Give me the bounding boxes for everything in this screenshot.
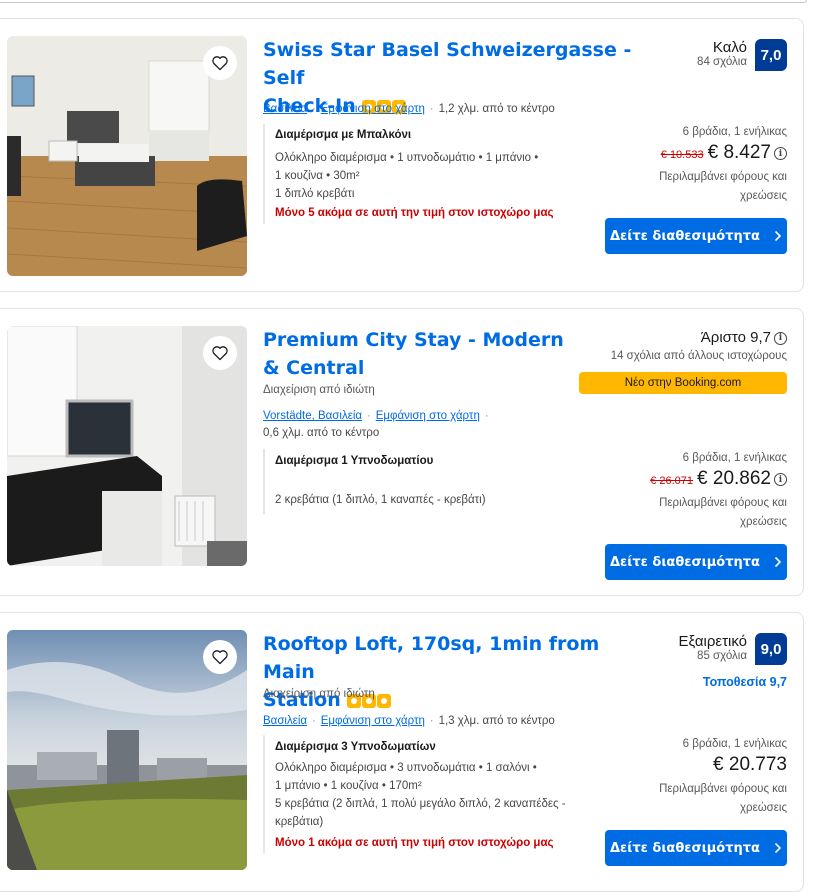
review-score-badge[interactable]: 7,0 bbox=[755, 39, 787, 71]
chevron-right-icon bbox=[774, 556, 782, 568]
price-block: 6 βράδια, 1 ενήλικας € 10.533 € 8.427 i Πε… bbox=[659, 126, 787, 202]
review-summary[interactable]: Καλό 84 σχόλια bbox=[697, 39, 747, 68]
show-on-map-link[interactable]: Εμφάνιση στο χάρτη bbox=[321, 715, 425, 727]
price-block: 6 βράδια, 1 ενήλικας € 26.071 € 20.862 i Π… bbox=[650, 452, 787, 528]
property-photo[interactable] bbox=[7, 36, 247, 276]
original-price: € 10.533 bbox=[660, 149, 704, 161]
previous-card-edge bbox=[0, 0, 807, 3]
info-icon[interactable]: i bbox=[774, 147, 787, 161]
property-title[interactable]: Rooftop Loft, 170sq, 1min from Main Stat… bbox=[263, 630, 653, 714]
chevron-right-icon bbox=[774, 842, 782, 854]
divider bbox=[263, 124, 265, 224]
show-on-map-link[interactable]: Εμφάνιση στο χάρτη bbox=[376, 410, 480, 422]
wishlist-button[interactable] bbox=[203, 640, 237, 674]
managed-by: Διαχείριση από ιδιώτη bbox=[263, 384, 375, 396]
new-on-booking-badge: Νέο στην Booking.com bbox=[579, 372, 787, 394]
distance-text: 0,6 χλμ. από το κέντρο bbox=[263, 427, 380, 439]
location-row: Βασιλεία · Εμφάνιση στο χάρτη · 1,2 χλμ. από… bbox=[263, 103, 555, 115]
urgency-message: Μόνο 1 ακόμα σε αυτή την τιμή στον ιστοχ… bbox=[275, 837, 554, 849]
info-icon[interactable]: i bbox=[774, 331, 787, 345]
divider bbox=[263, 449, 265, 514]
property-photo[interactable] bbox=[7, 630, 247, 870]
current-price: € 20.862 bbox=[697, 468, 771, 489]
see-availability-button[interactable]: Δείτε διαθεσιμότητα bbox=[605, 544, 787, 580]
location-row: Βασιλεία · Εμφάνιση στο χάρτη · 1,3 χλμ. από… bbox=[263, 715, 555, 727]
heart-icon bbox=[212, 650, 228, 665]
show-on-map-link[interactable]: Εμφάνιση στο χάρτη bbox=[321, 103, 425, 115]
distance-text: 1,2 χλμ. από το κέντρο bbox=[438, 103, 555, 115]
see-availability-button[interactable]: Δείτε διαθεσιμότητα bbox=[605, 218, 787, 254]
location-score[interactable]: Τοποθεσία 9,7 bbox=[703, 675, 787, 689]
current-price: € 8.427 bbox=[707, 142, 771, 163]
property-card-3: Rooftop Loft, 170sq, 1min from Main Stat… bbox=[0, 612, 804, 892]
room-type: Διαμέρισμα με Μπαλκόνι bbox=[275, 129, 412, 141]
heart-icon bbox=[212, 346, 228, 361]
divider bbox=[263, 735, 265, 853]
see-availability-button[interactable]: Δείτε διαθεσιμότητα bbox=[605, 830, 787, 866]
review-summary[interactable]: Άριστο 9,7 i 14 σχόλια από άλλους ιστοχώρ… bbox=[611, 329, 787, 362]
location-row: Vorstädte, Βασιλεία · Εμφάνιση στο χάρτη · bbox=[263, 410, 489, 422]
original-price: € 26.071 bbox=[650, 475, 694, 487]
room-type: Διαμέρισμα 3 Υπνοδωματίων bbox=[275, 741, 436, 753]
distance-text: 1,3 χλμ. από το κέντρο bbox=[438, 715, 555, 727]
location-link[interactable]: Βασιλεία bbox=[263, 103, 307, 115]
wishlist-button[interactable] bbox=[203, 46, 237, 80]
location-link[interactable]: Βασιλεία bbox=[263, 715, 307, 727]
room-type: Διαμέρισμα 1 Υπνοδωματίου bbox=[275, 455, 434, 467]
property-card-2: Premium City Stay - Modern & Central Δια… bbox=[0, 308, 804, 596]
bed-details: 2 κρεβάτια (1 διπλό, 1 καναπές - κρεβάτι… bbox=[275, 494, 486, 506]
info-icon[interactable]: i bbox=[774, 473, 787, 487]
room-details: Ολόκληρο διαμέρισμα • 1 υπνοδωμάτιο • 1 … bbox=[275, 152, 539, 200]
star-icon bbox=[376, 693, 391, 708]
managed-by: Διαχείριση από ιδιώτη bbox=[263, 688, 375, 700]
wishlist-button[interactable] bbox=[203, 336, 237, 370]
location-link[interactable]: Vorstädte, Βασιλεία bbox=[263, 410, 362, 422]
property-card-1: Swiss Star Basel Schweizergasse - Self C… bbox=[0, 18, 804, 292]
review-summary[interactable]: Εξαιρετικό 85 σχόλια bbox=[679, 633, 747, 662]
urgency-message: Μόνο 5 ακόμα σε αυτή την τιμή στον ιστοχ… bbox=[275, 207, 554, 219]
review-score-badge[interactable]: 9,0 bbox=[755, 633, 787, 665]
current-price: € 20.773 bbox=[713, 754, 787, 775]
heart-icon bbox=[212, 56, 228, 71]
room-details: Ολόκληρο διαμέρισμα • 3 υπνοδωμάτια • 1 … bbox=[275, 762, 566, 828]
price-block: 6 βράδια, 1 ενήλικας € 20.773 Περιλαμβάν… bbox=[659, 738, 787, 814]
chevron-right-icon bbox=[774, 230, 782, 242]
property-photo[interactable] bbox=[7, 326, 247, 566]
